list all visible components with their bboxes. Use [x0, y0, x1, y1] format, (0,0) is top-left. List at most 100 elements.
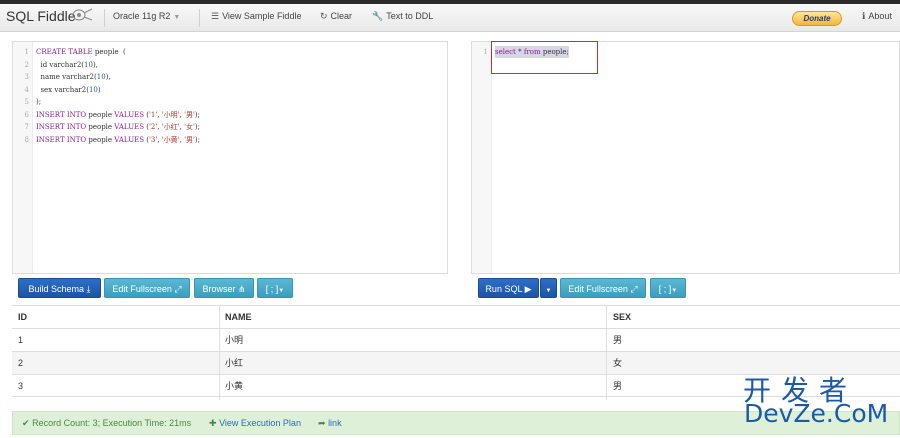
code-token: INSERT INTO — [36, 135, 87, 144]
about-button[interactable]: ℹ About — [862, 11, 892, 22]
caret-down-icon: ▼ — [173, 14, 181, 21]
schema-editor[interactable]: 1 CREATE TABLE people (2 id varchar2(10),… — [12, 41, 448, 274]
code-token: name varchar2( — [36, 73, 97, 81]
code-line: CREATE TABLE people ( — [36, 46, 126, 58]
nav-divider — [199, 9, 200, 27]
view-execution-plan-link[interactable]: ✚ View Execution Plan — [209, 412, 301, 434]
code-token: ), — [105, 73, 111, 81]
table-cell: 女 — [613, 358, 623, 368]
text-to-ddl-button[interactable]: 🔧 Text to DDL — [372, 11, 433, 22]
refresh-icon: ↻ — [320, 11, 328, 21]
code-token: people — [86, 110, 115, 119]
caret-down-icon: ▼ — [671, 288, 678, 294]
line-number: 8 — [24, 135, 29, 144]
tree-icon: ⋔ — [237, 284, 246, 294]
caret-down-icon: ▼ — [545, 288, 552, 294]
fiddle-logo-icon — [72, 8, 93, 21]
code-token: INSERT INTO — [36, 110, 87, 119]
list-icon: ☰ — [211, 11, 220, 21]
schema-delimiter-label: [ ; ] — [265, 284, 279, 294]
query-fullscreen-label: Edit Fullscreen — [568, 284, 628, 294]
schema-fullscreen-label: Edit Fullscreen — [112, 284, 172, 294]
code-line: INSERT INTO people VALUES ('3', '小黄', '男… — [36, 134, 200, 146]
play-icon: ▶ — [524, 284, 532, 294]
code-token: '男' — [184, 135, 195, 144]
info-icon: ℹ — [862, 11, 866, 21]
schema-delimiter-dropdown[interactable]: [ ; ]▼ — [257, 278, 293, 298]
view-sample-fiddle-button[interactable]: ☰ View Sample Fiddle — [211, 11, 301, 22]
permalink-link[interactable]: ➦ link — [318, 412, 342, 434]
check-icon: ✔ — [22, 418, 30, 428]
line-number: 5 — [24, 98, 29, 106]
code-token: ), — [92, 60, 98, 69]
code-line: name varchar2(10), — [36, 71, 111, 83]
code-token: '小明' — [161, 110, 180, 119]
nav-divider — [104, 9, 105, 27]
code-token: id varchar2( — [36, 60, 85, 69]
table-cell: 男 — [613, 381, 623, 391]
about-label: About — [868, 11, 892, 21]
table-cell: 3 — [18, 381, 24, 391]
watermark-logo-domain: DevZe.CoM — [744, 399, 889, 428]
line-number: 2 — [24, 60, 29, 69]
browser-button[interactable]: Browser ⋔ — [194, 278, 254, 298]
download-icon: ⤓ — [86, 284, 91, 294]
run-sql-button[interactable]: Run SQL ▶ — [478, 278, 539, 298]
table-header-row: ID NAME SEX — [12, 305, 900, 328]
column-header[interactable]: SEX — [607, 306, 631, 329]
line-number: 7 — [24, 123, 29, 131]
column-divider — [219, 305, 220, 400]
brand-title[interactable]: SQL Fiddle — [6, 8, 76, 24]
navbar: SQL Fiddle Oracle 11g R2 ▼ ☰ View Sample F… — [0, 4, 900, 32]
record-info-text: Record Count: 3; Execution Time: 21ms — [32, 418, 192, 428]
code-token: ); — [36, 98, 42, 106]
query-delimiter-dropdown[interactable]: [ ; ]▼ — [650, 278, 686, 298]
code-token: '小黄' — [161, 135, 180, 144]
expand-icon: ⤢ — [630, 284, 638, 294]
column-header[interactable]: ID — [12, 306, 27, 329]
query-highlight-box — [491, 41, 598, 74]
wrench-icon: 🔧 — [372, 11, 384, 21]
table-cell: 男 — [613, 335, 623, 345]
code-token: '男' — [184, 110, 195, 119]
clear-label: Clear — [330, 11, 353, 21]
build-schema-button[interactable]: Build Schema ⤓ — [18, 278, 101, 298]
code-token: CREATE TABLE — [36, 48, 93, 56]
browser-label: Browser — [202, 284, 236, 294]
view-sample-label: View Sample Fiddle — [222, 11, 302, 21]
table-cell: 小明 — [225, 335, 244, 345]
code-token: sex varchar2( — [36, 85, 89, 94]
code-token: INSERT INTO — [36, 123, 87, 131]
table-cell: 小黄 — [225, 381, 244, 391]
code-token: '女' — [184, 123, 195, 131]
schema-edit-fullscreen-button[interactable]: Edit Fullscreen ⤢ — [104, 278, 190, 298]
run-sql-dropdown[interactable]: ▼ — [540, 278, 557, 298]
code-token: 10 — [88, 85, 98, 94]
expand-icon: ⤢ — [174, 284, 182, 294]
code-token: 10 — [84, 60, 93, 69]
code-token: ) — [97, 85, 101, 94]
line-number: 6 — [24, 110, 29, 119]
run-sql-label: Run SQL — [485, 284, 523, 294]
code-line: sex varchar2(10) — [36, 84, 101, 96]
query-delimiter-label: [ ; ] — [658, 284, 672, 294]
query-edit-fullscreen-button[interactable]: Edit Fullscreen ⤢ — [560, 278, 646, 298]
code-token: people — [86, 123, 115, 131]
build-schema-label: Build Schema — [28, 284, 85, 294]
code-line: ); — [36, 96, 41, 108]
query-editor[interactable]: 1 select * from people; — [471, 41, 900, 274]
db-select-label: Oracle 11g R2 — [113, 11, 171, 21]
share-icon: ➦ — [318, 418, 326, 428]
line-number: 1 — [483, 48, 488, 56]
line-number: 3 — [24, 73, 29, 81]
code-line: INSERT INTO people VALUES ('1', '小明', '男… — [36, 109, 200, 121]
caret-down-icon: ▼ — [278, 288, 285, 294]
db-select[interactable]: Oracle 11g R2 ▼ — [113, 11, 180, 21]
code-token: VALUES — [114, 123, 145, 131]
clear-button[interactable]: ↻ Clear — [320, 11, 352, 22]
column-header[interactable]: NAME — [219, 306, 252, 329]
code-token: 10 — [96, 73, 106, 81]
code-token: ); — [194, 123, 201, 131]
donate-button[interactable]: Donate — [792, 11, 842, 26]
plus-icon: ✚ — [209, 418, 217, 428]
